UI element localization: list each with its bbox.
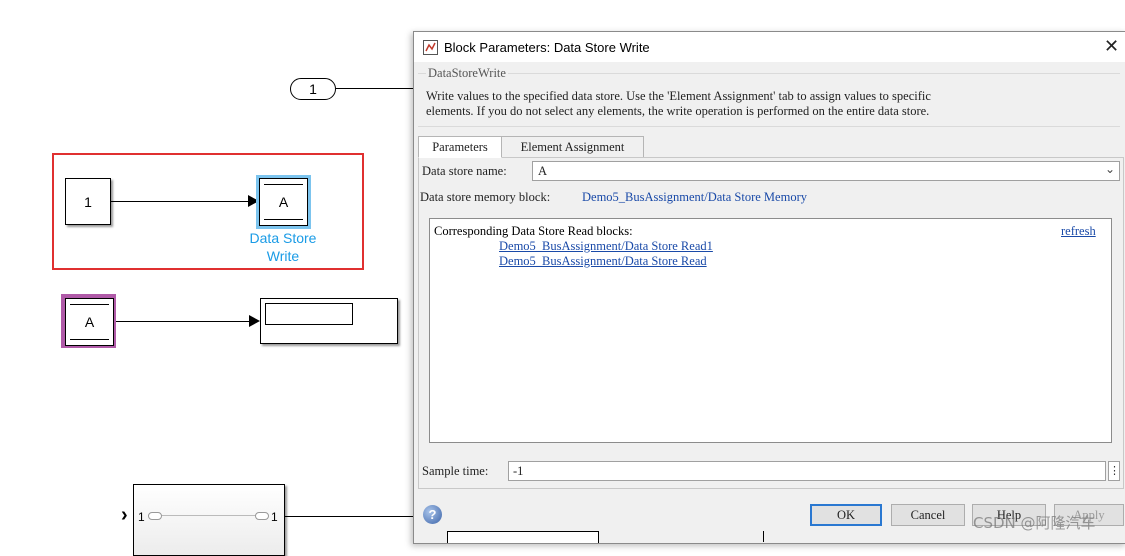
data-store-write-name[interactable]: Data Store Write xyxy=(243,229,323,265)
sample-time-label: Sample time: xyxy=(422,464,489,478)
bus-port-left: 1 xyxy=(138,510,145,524)
data-store-write-symbol: A xyxy=(278,194,289,210)
section-label: DataStoreWrite xyxy=(426,66,508,81)
ok-button[interactable]: OK xyxy=(810,504,882,526)
refresh-link[interactable]: refresh xyxy=(1061,224,1096,239)
corresponding-header: Corresponding Data Store Read blocks: xyxy=(434,224,633,238)
block-parameters-dialog[interactable]: Block Parameters: Data Store Write ✕ Dat… xyxy=(413,31,1125,544)
inport-signal-line[interactable] xyxy=(336,88,414,89)
display-value-box xyxy=(265,303,353,325)
bus-port-right: 1 xyxy=(271,510,278,524)
simulink-block-icon xyxy=(423,40,438,55)
data-store-name-label: Data store name: xyxy=(422,164,507,178)
read-blocks-box: Corresponding Data Store Read blocks: re… xyxy=(429,218,1112,443)
help-question-icon[interactable]: ? xyxy=(423,505,442,524)
read-block-link-1[interactable]: Demo5_BusAssignment/Data Store Read1 xyxy=(499,239,713,254)
read-block-link-2[interactable]: Demo5_BusAssignment/Data Store Read xyxy=(499,254,707,269)
dialog-title: Block Parameters: Data Store Write xyxy=(444,40,650,55)
dialog-titlebar[interactable]: Block Parameters: Data Store Write ✕ xyxy=(414,32,1125,62)
inport-block[interactable]: 1 xyxy=(290,78,336,100)
tab-parameters[interactable]: Parameters xyxy=(418,136,502,158)
canvas-block-edge-2 xyxy=(598,531,764,542)
data-store-read-signal-line[interactable] xyxy=(116,321,250,322)
tab-element-assignment[interactable]: Element Assignment xyxy=(501,136,644,158)
data-store-read-arrowhead xyxy=(249,315,260,327)
data-store-name-dropdown[interactable]: A ⌄ xyxy=(532,161,1120,181)
canvas-block-edge xyxy=(447,531,599,543)
sample-time-options-button[interactable]: ⋮ xyxy=(1108,461,1120,481)
canvas-block-edge-3 xyxy=(763,531,914,542)
cancel-button[interactable]: Cancel xyxy=(891,504,965,526)
bus-assignment-block[interactable]: 1 1 xyxy=(133,484,285,556)
data-store-read-block[interactable]: A xyxy=(65,298,114,346)
constant-signal-line[interactable] xyxy=(111,201,249,202)
bus-connector xyxy=(148,515,266,516)
bus-output-line[interactable] xyxy=(284,516,414,517)
constant-label: 1 xyxy=(84,193,92,210)
close-icon[interactable]: ✕ xyxy=(1104,36,1119,56)
sample-time-field[interactable]: -1 xyxy=(508,461,1106,481)
chevron-down-icon: ⌄ xyxy=(1104,162,1115,176)
watermark: CSDN @阿隆汽车 xyxy=(973,514,1096,532)
memory-block-label: Data store memory block: xyxy=(420,190,551,204)
constant-block[interactable]: 1 xyxy=(65,178,111,225)
display-block[interactable] xyxy=(260,298,398,344)
memory-block-link[interactable]: Demo5_BusAssignment/Data Store Memory xyxy=(582,190,807,205)
data-store-write-block[interactable]: A xyxy=(259,178,308,226)
bus-input-chevron: › xyxy=(121,504,128,526)
data-store-read-symbol: A xyxy=(84,314,95,330)
inport-label: 1 xyxy=(309,81,317,97)
description-text: Write values to the specified data store… xyxy=(426,89,931,118)
